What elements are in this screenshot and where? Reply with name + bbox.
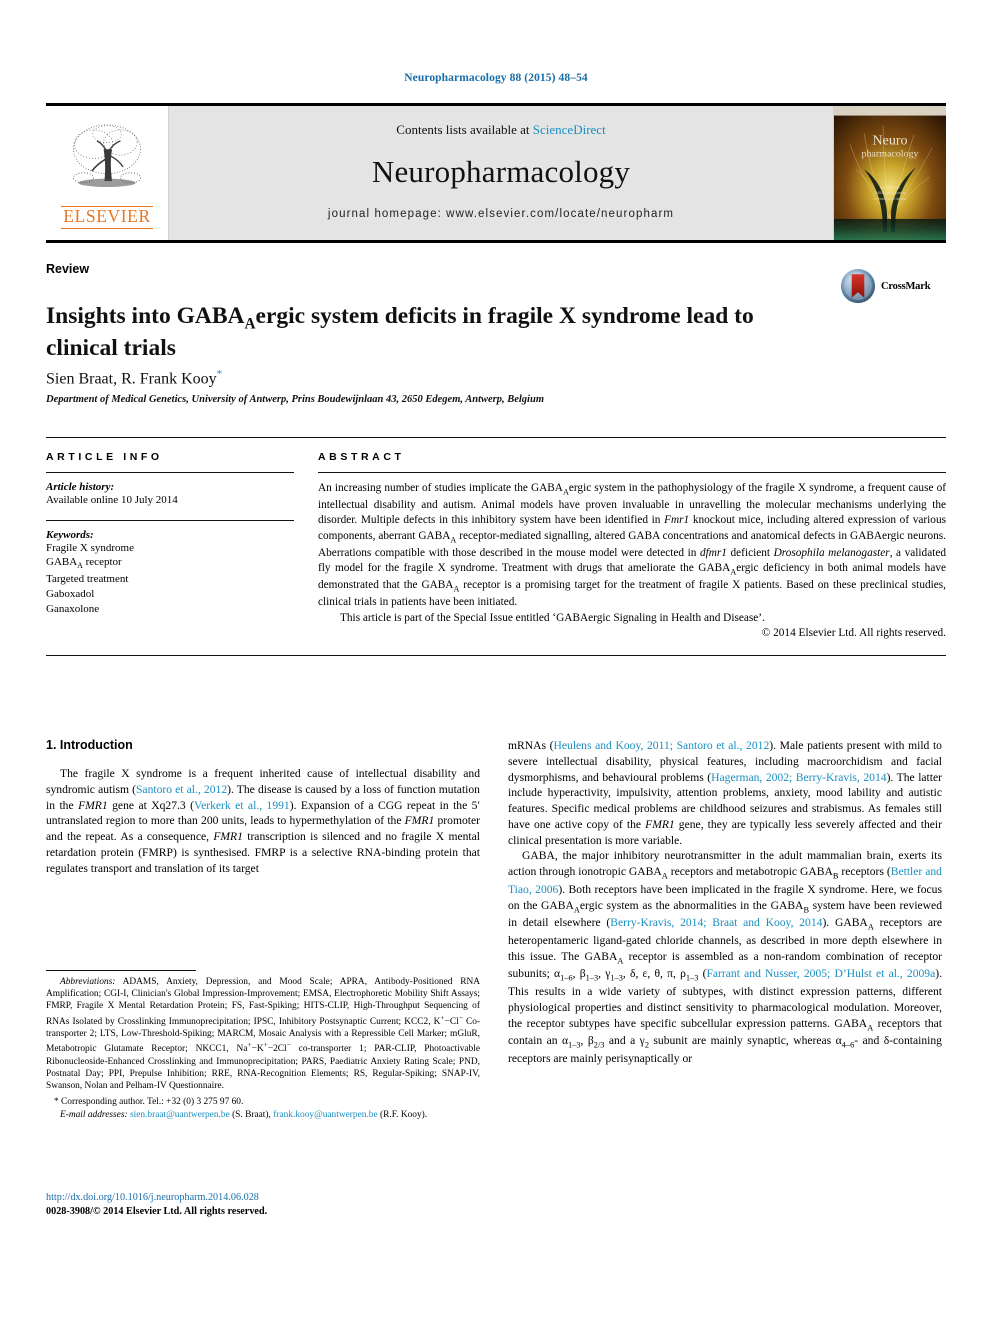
article-history-value: Available online 10 July 2014 bbox=[46, 494, 178, 506]
elsevier-tree-icon bbox=[72, 124, 142, 188]
corresponding-author-marker: * bbox=[216, 368, 223, 380]
svg-text:pharmacology: pharmacology bbox=[861, 149, 918, 160]
info-abstract-band: ARTICLE INFO Article history: Available … bbox=[46, 437, 946, 656]
crossmark-icon bbox=[840, 268, 876, 304]
intro-paragraph-right-1: mRNAs (Heulens and Kooy, 2011; Santoro e… bbox=[508, 739, 943, 847]
svg-text:in Health and Disease: in Health and Disease bbox=[873, 197, 906, 201]
journal-article-page: Neuropharmacology 88 (2015) 48–54 ELSEVI… bbox=[0, 0, 992, 1323]
svg-text:Special Issue: Special Issue bbox=[880, 185, 900, 189]
crossmark-badge[interactable]: CrossMark bbox=[840, 268, 946, 304]
elsevier-wordmark: ELSEVIER bbox=[61, 206, 153, 229]
journal-title: Neuropharmacology bbox=[371, 154, 631, 189]
crossmark-label: CrossMark bbox=[881, 280, 931, 292]
author-names: Sien Braat, R. Frank Kooy bbox=[46, 370, 217, 388]
contents-available-line: Contents lists available at ScienceDirec… bbox=[396, 122, 605, 138]
keyword-item: Gaboxadol bbox=[46, 587, 95, 600]
journal-homepage[interactable]: journal homepage: www.elsevier.com/locat… bbox=[328, 208, 674, 220]
issn-copyright-line: 0028-3908/© 2014 Elsevier Ltd. All right… bbox=[46, 1205, 268, 1217]
keyword-item: Fragile X syndrome bbox=[46, 541, 134, 554]
email-link-braat[interactable]: sien.braat@uantwerpen.be bbox=[130, 1110, 230, 1120]
abstract-column: ABSTRACT An increasing number of studies… bbox=[318, 451, 946, 639]
contents-prefix: Contents lists available at bbox=[396, 122, 533, 137]
journal-cover-thumbnail: Neuro pharmacology Special Issue GABAerg… bbox=[833, 106, 946, 240]
abstract-text: An increasing number of studies implicat… bbox=[318, 482, 947, 609]
email-link-kooy[interactable]: frank.kooy@uantwerpen.be bbox=[273, 1110, 377, 1120]
info-divider-top bbox=[46, 472, 294, 473]
doi-block: http://dx.doi.org/10.1016/j.neuropharm.2… bbox=[46, 1191, 480, 1219]
keywords-list: Fragile X syndrome GABAA receptor Target… bbox=[46, 541, 294, 617]
abstract-special-issue: This article is part of the Special Issu… bbox=[340, 611, 765, 624]
abstract-heading: ABSTRACT bbox=[318, 451, 405, 463]
page-title: Insights into GABAAergic system deficits… bbox=[46, 302, 786, 364]
abbreviations-label: Abbreviations: bbox=[60, 977, 116, 987]
footnote-block: Abbreviations: ADAMS, Anxiety, Depressio… bbox=[46, 970, 480, 1122]
keywords-block: Keywords: Fragile X syndrome GABAA recep… bbox=[46, 529, 294, 617]
article-type: Review bbox=[46, 262, 90, 276]
doi-link[interactable]: http://dx.doi.org/10.1016/j.neuropharm.2… bbox=[46, 1191, 480, 1205]
keyword-subscript: A bbox=[77, 561, 83, 571]
keyword-item: GABAA receptor bbox=[46, 556, 122, 571]
email-note: E-mail addresses: sien.braat@uantwerpen.… bbox=[46, 1109, 480, 1121]
running-head: Neuropharmacology 88 (2015) 48–54 bbox=[404, 72, 588, 84]
masthead-center: Contents lists available at ScienceDirec… bbox=[169, 106, 833, 240]
section-title-introduction: 1. Introduction bbox=[46, 738, 133, 752]
right-column: mRNAs (Heulens and Kooy, 2011; Santoro e… bbox=[508, 738, 942, 1258]
article-info-heading: ARTICLE INFO bbox=[46, 451, 163, 463]
keywords-label: Keywords: bbox=[46, 528, 94, 541]
article-info-column: ARTICLE INFO Article history: Available … bbox=[46, 451, 294, 639]
author-list: Sien Braat, R. Frank Kooy* bbox=[46, 368, 222, 388]
title-subscript: A bbox=[244, 315, 256, 333]
keyword-item: Ganaxolone bbox=[46, 602, 100, 615]
intro-paragraph-right-2: GABA, the major inhibitory neurotransmit… bbox=[508, 849, 943, 1065]
email-owner-kooy: (R.F. Kooy). bbox=[379, 1110, 428, 1121]
abstract-divider bbox=[318, 472, 946, 473]
cover-artwork: Neuro pharmacology Special Issue GABAerg… bbox=[834, 106, 946, 240]
email-owner-braat: (S. Braat), bbox=[232, 1110, 271, 1121]
keyword-item: Targeted treatment bbox=[46, 573, 129, 586]
left-column: 1. Introduction The fragile X syndrome i… bbox=[46, 738, 480, 1258]
footnote-divider bbox=[46, 970, 196, 971]
corresponding-author-text: Corresponding author. Tel.: +32 (0) 3 27… bbox=[61, 1097, 244, 1108]
affiliation: Department of Medical Genetics, Universi… bbox=[46, 394, 544, 405]
info-divider-mid bbox=[46, 519, 294, 521]
elsevier-logo: ELSEVIER bbox=[46, 106, 169, 240]
article-history: Article history: Available online 10 Jul… bbox=[46, 481, 294, 508]
title-part-1: Insights into GABA bbox=[46, 302, 245, 329]
article-history-label: Article history: bbox=[46, 481, 115, 493]
abstract-copyright: © 2014 Elsevier Ltd. All rights reserved… bbox=[761, 626, 946, 639]
svg-text:GABAergic Signaling: GABAergic Signaling bbox=[874, 191, 906, 195]
email-label: E-mail addresses: bbox=[60, 1110, 128, 1121]
intro-paragraph-left: The fragile X syndrome is a frequent inh… bbox=[46, 767, 481, 875]
body-columns: 1. Introduction The fragile X syndrome i… bbox=[46, 738, 946, 1258]
svg-text:Neuro: Neuro bbox=[873, 133, 908, 148]
journal-masthead: ELSEVIER Contents lists available at Sci… bbox=[46, 103, 946, 243]
sciencedirect-link[interactable]: ScienceDirect bbox=[533, 122, 606, 137]
abbreviations-note: Abbreviations: ADAMS, Anxiety, Depressio… bbox=[46, 977, 481, 1091]
corresponding-author-note: * Corresponding author. Tel.: +32 (0) 3 … bbox=[54, 1097, 244, 1108]
